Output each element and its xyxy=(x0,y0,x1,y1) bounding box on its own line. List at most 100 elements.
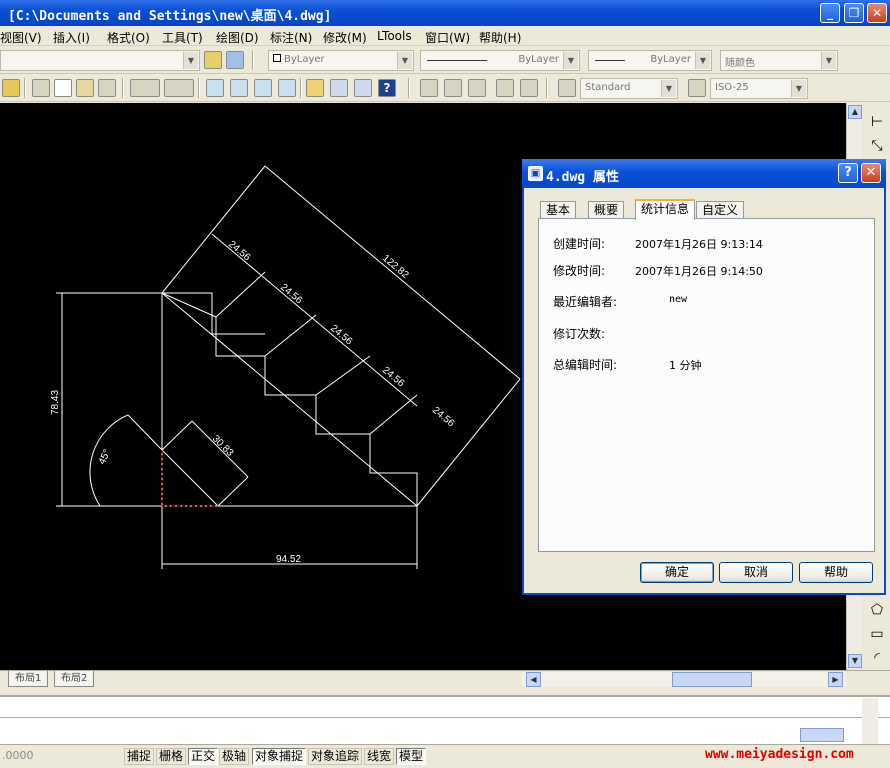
status-toggle-7[interactable]: 模型 xyxy=(396,748,427,765)
dim-aligned-vertical-icon[interactable]: ⤡ xyxy=(868,137,886,155)
text-style-icon[interactable] xyxy=(558,79,576,97)
dwg-file-icon: ▣ xyxy=(528,166,543,181)
dim-linear-icon[interactable] xyxy=(420,79,438,97)
arc-icon[interactable]: ◜ xyxy=(868,649,886,667)
status-toggle-5[interactable]: 对象追踪 xyxy=(308,748,363,765)
minimize-button[interactable]: _ xyxy=(820,3,840,23)
paste-icon[interactable] xyxy=(76,79,94,97)
dim-text-overall: 122.82 xyxy=(380,253,411,281)
menu-draw[interactable]: 绘图(D) xyxy=(216,29,259,46)
stair-steps xyxy=(162,292,265,335)
ok-button[interactable]: 确定 xyxy=(640,562,714,583)
tab-statistics[interactable]: 统计信息 xyxy=(635,199,696,220)
layer-previous-icon[interactable] xyxy=(226,51,244,69)
tab-summary[interactable]: 概要 xyxy=(588,201,625,219)
window-title: [C:\Documents and Settings\new\桌面\4.dwg] xyxy=(8,9,332,24)
dialog-help-button[interactable]: ? xyxy=(838,163,858,183)
redo-icon[interactable] xyxy=(164,79,194,97)
zoom-previous-icon[interactable] xyxy=(278,79,296,97)
scroll-left-icon[interactable]: ◀ xyxy=(526,672,541,687)
dim-text-step-2: 24.56 xyxy=(278,282,305,307)
publish-icon[interactable] xyxy=(2,79,20,97)
close-button[interactable]: ✕ xyxy=(867,3,887,23)
tab-custom[interactable]: 自定义 xyxy=(696,201,745,219)
text-style-combo[interactable]: Standard ▼ xyxy=(580,78,678,99)
status-toggle-6[interactable]: 线宽 xyxy=(364,748,395,765)
dim-style-value: ISO-25 xyxy=(715,82,749,93)
status-toggle-3[interactable]: 极轴 xyxy=(219,748,250,765)
menu-modify[interactable]: 修改(M) xyxy=(323,29,367,46)
command-line[interactable] xyxy=(0,695,890,745)
polygon-icon[interactable]: ⬠ xyxy=(868,601,886,619)
menu-view[interactable]: 视图(V) xyxy=(0,29,42,46)
layer-manager-icon[interactable] xyxy=(204,51,222,69)
dim-text-height: 78.43 xyxy=(50,390,61,415)
scroll-up-icon[interactable]: ▲ xyxy=(848,105,862,119)
help-button[interactable]: 帮助 xyxy=(799,562,873,583)
modified-value: 2007年1月26日 9:14:50 xyxy=(635,265,763,278)
menu-tools[interactable]: 工具(T) xyxy=(162,29,203,46)
menu-ltools[interactable]: LTools xyxy=(377,29,412,43)
dim-ordinate-icon[interactable] xyxy=(496,79,514,97)
dim-linear-vertical-icon[interactable]: ⊢ xyxy=(868,113,886,131)
workspace-combo[interactable]: ▼ xyxy=(0,50,200,71)
match-properties-icon[interactable] xyxy=(98,79,116,97)
menu-insert[interactable]: 插入(I) xyxy=(53,29,90,46)
tab-layout1[interactable]: 布局1 xyxy=(8,671,49,687)
layer-value: ByLayer xyxy=(284,54,325,65)
color-value: 随颜色 xyxy=(725,58,755,69)
command-scrollbar[interactable] xyxy=(862,698,878,744)
menu-format[interactable]: 格式(O) xyxy=(107,29,150,46)
copy-icon[interactable] xyxy=(54,79,72,97)
menu-help[interactable]: 帮助(H) xyxy=(479,29,521,46)
undo-icon[interactable] xyxy=(130,79,160,97)
design-center-icon[interactable] xyxy=(330,79,348,97)
status-toggle-1[interactable]: 栅格 xyxy=(156,748,187,765)
tab-general[interactable]: 基本 xyxy=(540,201,577,219)
zoom-realtime-icon[interactable] xyxy=(230,79,248,97)
properties-icon[interactable] xyxy=(306,79,324,97)
chevron-down-icon: ▼ xyxy=(183,52,198,69)
command-hscroll-thumb[interactable] xyxy=(800,728,844,742)
horizontal-scrollbar[interactable]: ◀ ▶ xyxy=(522,672,846,687)
scroll-thumb[interactable] xyxy=(672,672,752,687)
dim-style-combo[interactable]: ISO-25 ▼ xyxy=(710,78,808,99)
zoom-window-icon[interactable] xyxy=(254,79,272,97)
cut-icon[interactable] xyxy=(32,79,50,97)
cancel-button[interactable]: 取消 xyxy=(719,562,793,583)
revision-label: 修订次数: xyxy=(553,327,606,341)
edit-time-label: 总编辑时间: xyxy=(553,358,618,372)
app-title-bar: [C:\Documents and Settings\new\桌面\4.dwg]… xyxy=(0,0,890,26)
dim-continue-icon[interactable] xyxy=(468,79,486,97)
dialog-close-button[interactable]: ✕ xyxy=(861,163,881,183)
dim-style-icon[interactable] xyxy=(688,79,706,97)
edit-time-value: 1 分钟 xyxy=(669,359,702,372)
text-style-value: Standard xyxy=(585,82,631,93)
help-icon[interactable]: ? xyxy=(378,79,396,97)
menu-dimension[interactable]: 标注(N) xyxy=(270,29,312,46)
dim-text-step-1: 24.56 xyxy=(226,239,253,264)
layer-combo[interactable]: ByLayer ▼ xyxy=(268,50,414,71)
rectangle-icon[interactable]: ▭ xyxy=(868,625,886,643)
scroll-down-icon[interactable]: ▼ xyxy=(848,654,862,668)
close-icon: ✕ xyxy=(865,165,877,180)
lineweight-combo[interactable]: ByLayer ▼ xyxy=(588,50,712,71)
scroll-right-icon[interactable]: ▶ xyxy=(828,672,843,687)
dim-aligned-icon[interactable] xyxy=(444,79,462,97)
restore-icon: ❐ xyxy=(848,6,860,20)
status-toggle-4[interactable]: 对象捕捉 xyxy=(252,748,307,765)
linetype-combo[interactable]: ByLayer ▼ xyxy=(420,50,580,71)
lineweight-preview-icon xyxy=(595,60,625,61)
chevron-down-icon: ▼ xyxy=(563,52,578,69)
tool-palettes-icon[interactable] xyxy=(354,79,372,97)
status-toggle-0[interactable]: 捕捉 xyxy=(124,748,155,765)
color-combo[interactable]: 随颜色 ▼ xyxy=(720,50,838,71)
dim-baseline-icon[interactable] xyxy=(520,79,538,97)
menu-window[interactable]: 窗口(W) xyxy=(425,29,470,46)
tab-layout2[interactable]: 布局2 xyxy=(54,671,95,687)
layout-tabs-bar: 布局1 布局2 ◀ ▶ xyxy=(0,670,890,688)
restore-button[interactable]: ❐ xyxy=(844,3,864,23)
hypotenuse-line xyxy=(161,292,418,507)
status-toggle-2[interactable]: 正交 xyxy=(188,748,219,765)
pan-icon[interactable] xyxy=(206,79,224,97)
